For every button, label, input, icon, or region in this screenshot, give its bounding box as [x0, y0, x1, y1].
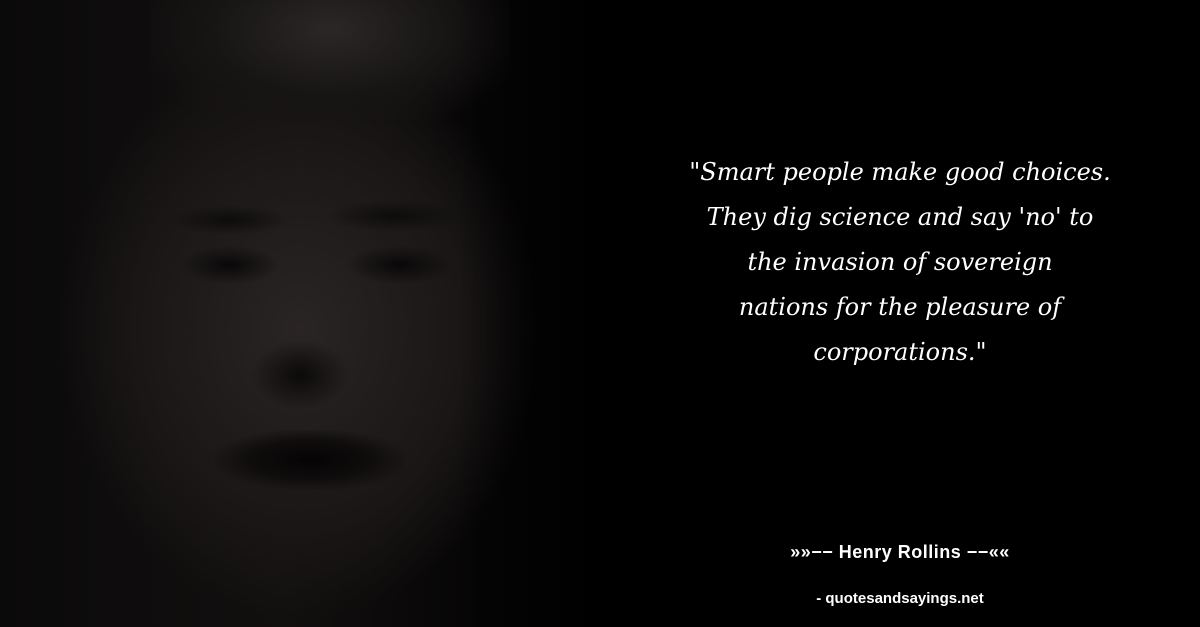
quote-text: "Smart people make good choices. They di… — [689, 158, 1111, 366]
source-site: - quotesandsayings.net — [816, 590, 984, 607]
author-name: »»−− Henry Rollins −−«« — [790, 542, 1010, 562]
quote-card: "Smart people make good choices. They di… — [0, 0, 1200, 627]
